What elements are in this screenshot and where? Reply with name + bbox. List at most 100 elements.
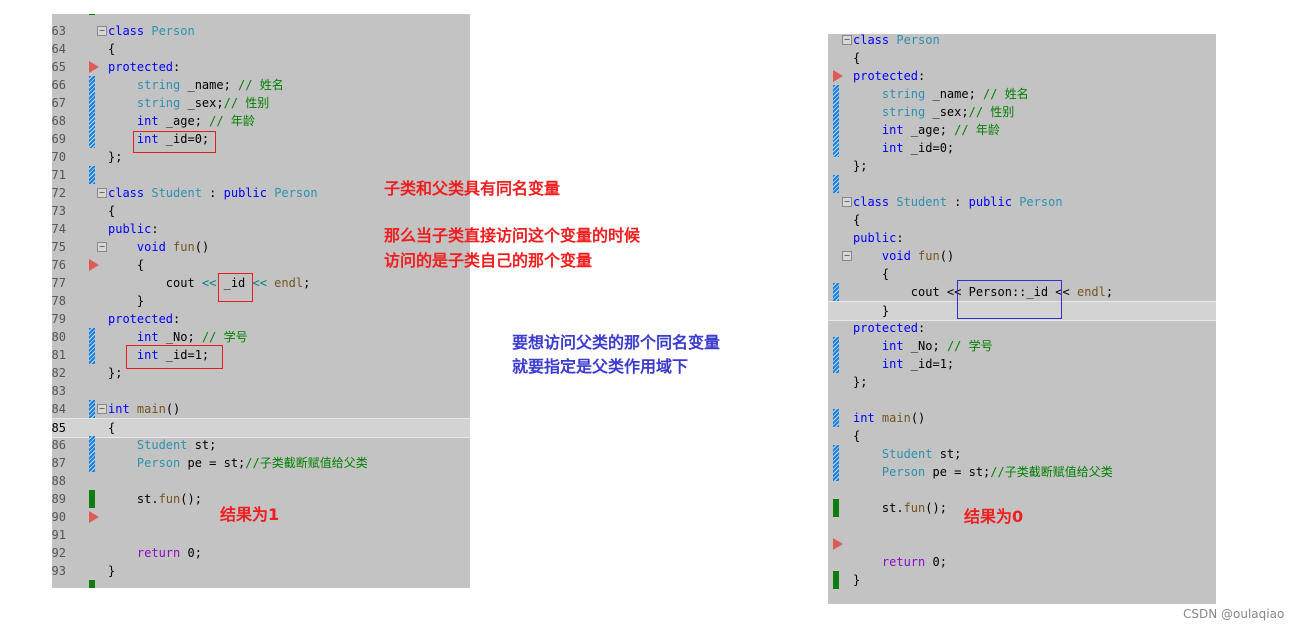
- line-number: 86: [52, 438, 66, 452]
- code-token: <<: [252, 276, 267, 290]
- code-token: {: [108, 42, 116, 56]
- code-token: _sex;: [180, 96, 224, 110]
- code-line: int _age; // 年龄: [828, 121, 1216, 139]
- code-token: int: [853, 123, 904, 137]
- code-token: :: [918, 69, 926, 83]
- code-text: int _No; // 学号: [108, 328, 248, 346]
- line-number: 79: [52, 312, 66, 326]
- code-token: (): [939, 249, 955, 263]
- code-token: _id=1;: [903, 357, 955, 371]
- code-line: 68 int _age; // 年龄: [52, 112, 470, 130]
- code-token: ;: [1105, 285, 1114, 299]
- line-number: 65: [52, 60, 66, 74]
- collapse-icon[interactable]: −: [842, 197, 852, 207]
- code-token: _name;: [925, 87, 984, 101]
- code-text: int _id=1;: [853, 355, 954, 373]
- highlight-box-child-id: [126, 345, 223, 369]
- collapse-icon[interactable]: −: [97, 26, 107, 36]
- change-marker: [833, 445, 839, 481]
- code-token: pe = st;: [180, 456, 246, 470]
- line-number: 77: [52, 276, 66, 290]
- collapse-icon[interactable]: −: [97, 242, 107, 252]
- line-number: 63: [52, 24, 66, 38]
- code-line: 80 int _No; // 学号: [52, 328, 470, 346]
- code-token: int: [853, 357, 904, 371]
- code-token: :: [151, 222, 159, 236]
- code-token: // 年龄: [209, 114, 255, 128]
- code-token: return: [108, 546, 181, 560]
- code-line: class Person: [828, 34, 1216, 49]
- code-text: {: [853, 265, 889, 283]
- code-token: // 姓名: [238, 78, 284, 92]
- line-number: 81: [52, 348, 66, 362]
- code-text: void fun(): [853, 247, 954, 265]
- code-text: int _id=0;: [853, 139, 954, 157]
- code-token: main: [136, 402, 166, 416]
- code-token: {: [853, 267, 890, 281]
- change-marker: [833, 571, 839, 589]
- code-line: 65 protected:: [52, 58, 470, 76]
- code-text: string _name; // 姓名: [108, 76, 284, 94]
- code-token: protected: [108, 60, 174, 74]
- code-text: };: [853, 373, 867, 391]
- code-token: (): [194, 240, 210, 254]
- change-marker: [89, 76, 95, 148]
- code-line: 73 {: [52, 202, 470, 220]
- change-marker: [89, 436, 95, 472]
- change-marker: [89, 490, 95, 508]
- code-token: fun: [158, 492, 181, 506]
- collapse-icon[interactable]: −: [842, 251, 852, 261]
- code-token: cout: [108, 276, 202, 290]
- code-token: 0;: [925, 555, 947, 569]
- code-line: 85 {: [52, 418, 470, 438]
- line-number: 68: [52, 114, 66, 128]
- code-token: // 学号: [201, 330, 248, 344]
- code-text: {: [853, 49, 860, 67]
- code-line: string _sex;// 性别: [828, 103, 1216, 121]
- code-token: }: [108, 564, 116, 578]
- line-number: 80: [52, 330, 66, 344]
- code-token: int: [108, 330, 159, 344]
- line-number: 73: [52, 204, 66, 218]
- code-token: // 性别: [223, 96, 270, 110]
- code-token: _age;: [158, 114, 210, 128]
- code-text: string _sex;// 性别: [853, 103, 1014, 121]
- code-line: 63 class Person: [52, 22, 470, 40]
- collapse-icon[interactable]: −: [842, 35, 852, 45]
- code-line: 78 }: [52, 292, 470, 310]
- code-token: };: [108, 366, 123, 380]
- code-token: int: [853, 411, 882, 425]
- code-token: :: [918, 321, 926, 335]
- code-text: {: [853, 211, 860, 229]
- code-line: Student st;: [828, 445, 1216, 463]
- code-text: Person pe = st;//子类截断赋值给父类: [853, 463, 1113, 481]
- code-token: };: [108, 150, 123, 164]
- code-token: _id=0;: [903, 141, 955, 155]
- collapse-icon[interactable]: −: [97, 404, 107, 414]
- code-token: :: [946, 195, 969, 209]
- code-text: st.fun();: [108, 490, 202, 508]
- code-token: (): [165, 402, 181, 416]
- code-token: {: [108, 258, 145, 272]
- change-marker: [89, 14, 95, 15]
- line-number: 75: [52, 240, 66, 254]
- collapse-icon[interactable]: −: [97, 188, 107, 198]
- code-text: class Student : public Person: [853, 193, 1063, 211]
- code-token: // 姓名: [983, 87, 1029, 101]
- code-token: 0;: [180, 546, 202, 560]
- code-token: class: [108, 186, 152, 200]
- code-token: string: [853, 105, 926, 119]
- code-token: _name;: [180, 78, 239, 92]
- annotation-direct-access-2: 访问的是子类自己的那个变量: [384, 251, 593, 270]
- highlight-box-id-access: [218, 273, 253, 302]
- code-token: string: [108, 78, 181, 92]
- line-number: 66: [52, 78, 66, 92]
- code-line: protected:: [828, 319, 1216, 337]
- breakpoint-arrow-icon: [89, 259, 99, 271]
- code-line: public:: [828, 229, 1216, 247]
- annotation-direct-access-1: 那么当子类直接访问这个变量的时候: [384, 226, 641, 245]
- line-number: 84: [52, 402, 66, 416]
- change-marker: [89, 166, 95, 184]
- code-token: protected: [853, 321, 919, 335]
